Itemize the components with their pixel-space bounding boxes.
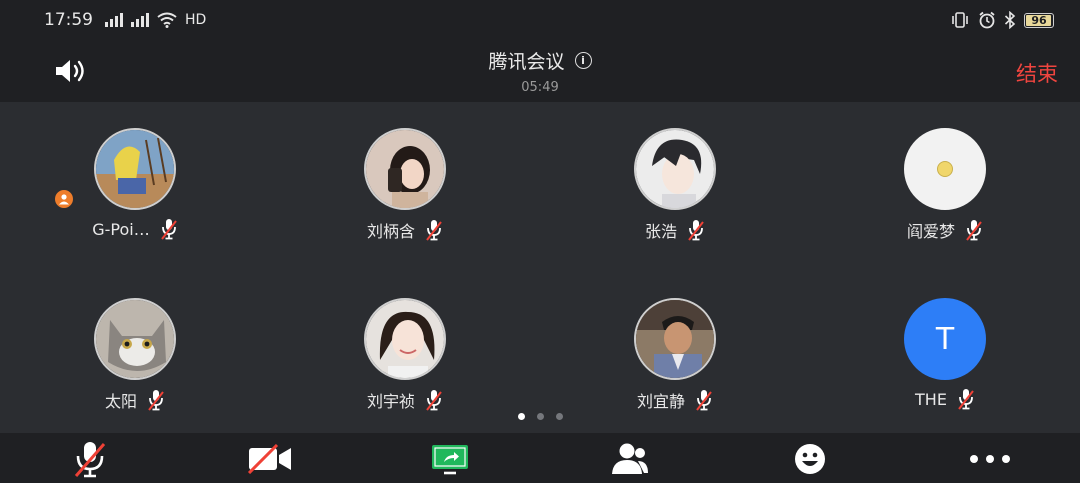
share-screen-button[interactable] [426, 441, 474, 477]
participant-name: G-Poi… [92, 219, 150, 239]
participant-name: 张浩 [644, 222, 677, 241]
mic-muted-icon [74, 442, 106, 478]
end-meeting-button[interactable]: 结束 [1016, 58, 1058, 88]
participant-name: 太阳 [104, 392, 137, 411]
more-icon [970, 455, 1010, 463]
meeting-title: 腾讯会议 [488, 51, 565, 73]
participant-grid: G-Poi… 刘柄含 张浩 阎爱梦 太阳 刘宇祯 刘宜静 T THE [0, 102, 1080, 432]
emoji-icon [795, 444, 825, 474]
bluetooth-icon [1004, 11, 1016, 29]
avatar [94, 128, 176, 210]
participant-name: 刘宇祯 [366, 392, 415, 411]
camera-button[interactable] [246, 441, 294, 477]
share-screen-icon [432, 445, 468, 475]
mic-muted-icon [426, 390, 442, 411]
avatar [364, 128, 446, 210]
avatar [634, 128, 716, 210]
clock: 17:59 [44, 10, 93, 30]
info-icon[interactable]: i [574, 52, 592, 69]
reaction-button[interactable] [786, 441, 834, 477]
vibrate-icon [952, 12, 968, 28]
page-indicator[interactable] [0, 413, 1080, 420]
camera-off-icon [247, 444, 291, 474]
network-type: HD [185, 12, 207, 28]
meeting-header: 腾讯会议 i 05:49 结束 [0, 40, 1080, 102]
avatar [364, 298, 446, 380]
avatar [634, 298, 716, 380]
wifi-icon [157, 12, 177, 28]
mic-muted-icon [160, 219, 177, 240]
emoji-avatar-icon [937, 161, 953, 177]
signal-1-icon [105, 13, 123, 27]
page-dot[interactable] [555, 413, 563, 420]
mic-muted-icon [966, 220, 982, 241]
participant-name: 刘宜静 [636, 392, 685, 411]
more-button[interactable] [966, 441, 1014, 477]
signal-2-icon [131, 13, 149, 27]
participant-name: 刘柄含 [366, 222, 415, 241]
meeting-toolbar [0, 433, 1080, 483]
mic-muted-icon [426, 220, 442, 241]
host-badge-icon [53, 188, 75, 210]
participants-button[interactable] [606, 441, 654, 477]
avatar [904, 128, 986, 210]
participant-name: THE [915, 389, 947, 409]
battery-icon: 96 [1024, 12, 1054, 28]
avatar: T [904, 298, 986, 380]
alarm-icon [979, 11, 995, 29]
status-bar: 17:59 HD 96 [0, 0, 1080, 40]
page-dot[interactable] [517, 413, 525, 420]
mic-muted-icon [148, 390, 164, 411]
mute-button[interactable] [66, 441, 114, 478]
mic-muted-icon [696, 390, 712, 411]
meeting-timer: 05:49 [521, 80, 559, 95]
participants-icon [612, 443, 648, 474]
page-dot[interactable] [536, 413, 544, 420]
avatar [94, 298, 176, 380]
battery-level: 96 [1031, 13, 1047, 27]
mic-muted-icon [958, 389, 974, 410]
participant-name: 阎爱梦 [906, 222, 955, 241]
mic-muted-icon [688, 220, 704, 241]
